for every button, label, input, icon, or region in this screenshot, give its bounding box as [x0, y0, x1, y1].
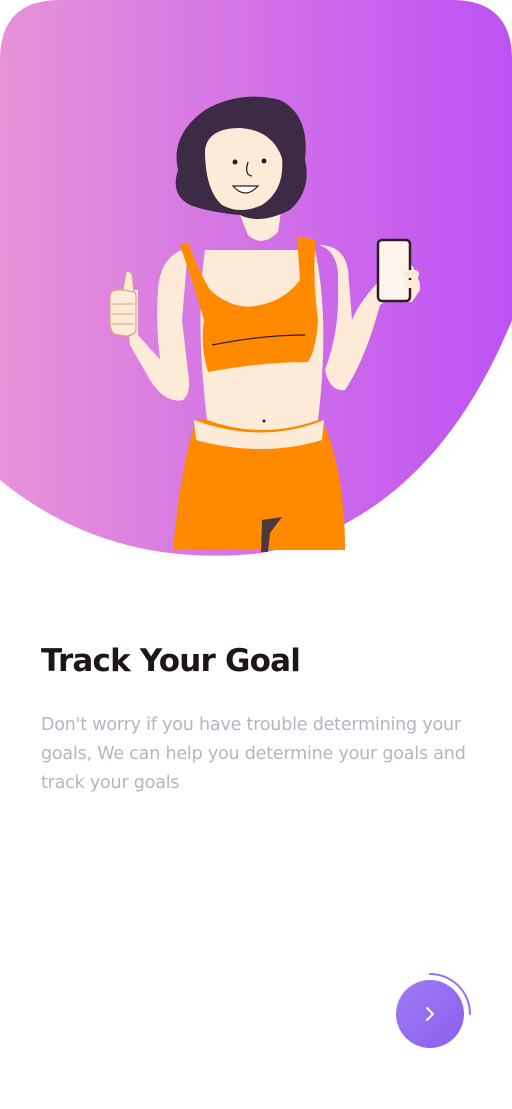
hero-background	[0, 0, 512, 556]
chevron-right-icon	[426, 1007, 434, 1021]
page-title: Track Your Goal	[41, 643, 301, 679]
hero-section	[0, 0, 512, 560]
page-description: Don't worry if you have trouble determin…	[41, 715, 466, 793]
next-button-container	[392, 968, 476, 1052]
next-button[interactable]	[396, 980, 464, 1048]
